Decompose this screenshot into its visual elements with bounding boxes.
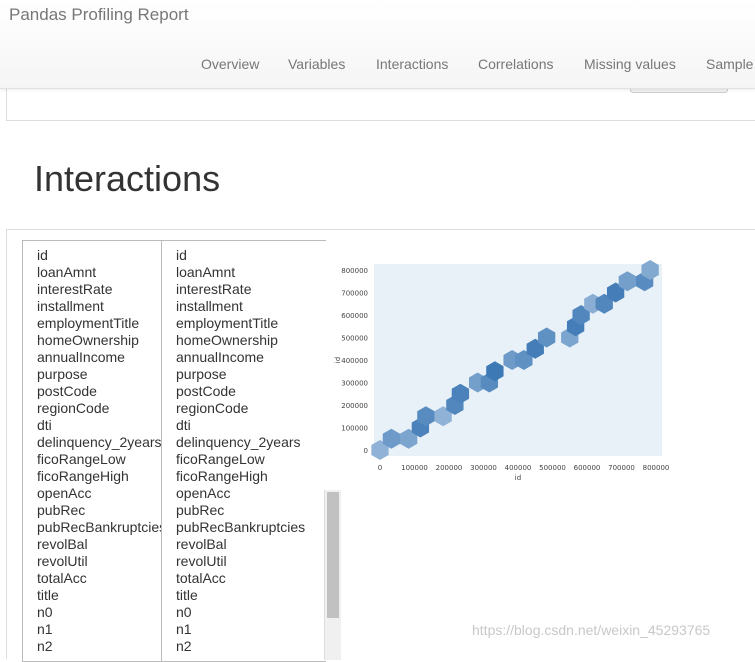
variable-x-option[interactable]: pubRecBankruptcies (37, 519, 163, 536)
scrollbar-thumb[interactable] (327, 492, 339, 618)
brand-title[interactable]: Pandas Profiling Report (9, 5, 189, 25)
x-tick-label: 300000 (470, 464, 497, 472)
variable-x-option[interactable]: delinquency_2years (37, 434, 163, 451)
y-tick-label: 600000 (341, 312, 368, 320)
variable-y-option[interactable]: regionCode (176, 400, 326, 417)
variable-y-option[interactable]: loanAmnt (176, 264, 326, 281)
section-border (6, 229, 7, 659)
variable-x-option[interactable]: homeOwnership (37, 332, 163, 349)
variable-x-option[interactable]: n2 (37, 638, 163, 655)
y-tick-label: 800000 (341, 267, 368, 275)
variable-y-option[interactable]: n0 (176, 604, 326, 621)
variable-y-option[interactable]: revolBal (176, 536, 326, 553)
x-tick-label: 700000 (608, 464, 635, 472)
variable-x-option[interactable]: id (37, 247, 163, 264)
variable-y-option[interactable]: dti (176, 417, 326, 434)
top-navbar: Pandas Profiling Report Overview Variabl… (0, 0, 755, 89)
y-tick-label: 700000 (341, 290, 368, 298)
variable-y-option[interactable]: totalAcc (176, 570, 326, 587)
nav-links: Overview Variables Interactions Correlat… (0, 56, 755, 76)
y-tick-label: 300000 (341, 380, 368, 388)
variable-y-option[interactable]: title (176, 587, 326, 604)
x-tick-label: 500000 (539, 464, 566, 472)
variable-x-option[interactable]: interestRate (37, 281, 163, 298)
variable-y-option[interactable]: n2 (176, 638, 326, 655)
x-tick-label: 0 (378, 464, 382, 472)
variable-y-option[interactable]: purpose (176, 366, 326, 383)
section-title: Interactions (34, 158, 221, 199)
variable-y-option[interactable]: delinquency_2years (176, 434, 326, 451)
nav-correlations[interactable]: Correlations (478, 56, 553, 72)
variable-x-option[interactable]: title (37, 587, 163, 604)
variable-y-option[interactable]: ficoRangeHigh (176, 468, 326, 485)
variable-y-option[interactable]: homeOwnership (176, 332, 326, 349)
nav-missing-values[interactable]: Missing values (584, 56, 676, 72)
scrollbar[interactable] (324, 490, 341, 660)
nav-variables[interactable]: Variables (288, 56, 345, 72)
variable-y-option[interactable]: postCode (176, 383, 326, 400)
x-tick-label: 400000 (505, 464, 532, 472)
nav-sample[interactable]: Sample (706, 56, 753, 72)
variable-y-option[interactable]: pubRecBankruptcies (176, 519, 326, 536)
variable-list-x: id loanAmnt interestRate installment employm… (23, 241, 163, 655)
variable-y-option[interactable]: revolUtil (176, 553, 326, 570)
variable-x-option[interactable]: n0 (37, 604, 163, 621)
variable-x-option[interactable]: n1 (37, 621, 163, 638)
variable-x-option[interactable]: postCode (37, 383, 163, 400)
variable-x-option[interactable]: openAcc (37, 485, 163, 502)
variable-x-option[interactable]: regionCode (37, 400, 163, 417)
hexbin-chart: 0 100000 200000 300000 400000 500000 600000 700… (334, 260, 670, 482)
x-axis-label: id (515, 474, 521, 482)
variable-x-option[interactable]: revolUtil (37, 553, 163, 570)
variable-x-option[interactable]: dti (37, 417, 163, 434)
x-tick-label: 800000 (643, 464, 670, 472)
variable-y-option[interactable]: n1 (176, 621, 326, 638)
watermark: https://blog.csdn.net/weixin_45293765 (472, 622, 711, 638)
variable-x-option[interactable]: pubRec (37, 502, 163, 519)
variable-x-option[interactable]: loanAmnt (37, 264, 163, 281)
variable-x-option[interactable]: ficoRangeLow (37, 451, 163, 468)
y-tick-label: 100000 (341, 425, 368, 433)
variable-y-option[interactable]: ficoRangeLow (176, 451, 326, 468)
nav-interactions[interactable]: Interactions (376, 56, 448, 72)
x-tick-label: 200000 (436, 464, 463, 472)
section-divider (6, 229, 755, 230)
y-tick-label: 200000 (341, 402, 368, 410)
x-tick-label: 100000 (401, 464, 428, 472)
variable-selector-x[interactable]: id loanAmnt interestRate installment employm… (22, 240, 164, 662)
variable-selector-y[interactable]: id loanAmnt interestRate installment employm… (161, 240, 326, 662)
variable-x-option[interactable]: ficoRangeHigh (37, 468, 163, 485)
x-tick-label: 600000 (574, 464, 601, 472)
variable-y-option[interactable]: employmentTitle (176, 315, 326, 332)
y-tick-label: 0 (364, 447, 368, 455)
variable-y-option[interactable]: interestRate (176, 281, 326, 298)
variable-x-option[interactable]: annualIncome (37, 349, 163, 366)
variable-x-option[interactable]: employmentTitle (37, 315, 163, 332)
variable-y-option[interactable]: annualIncome (176, 349, 326, 366)
variable-list-y: id loanAmnt interestRate installment employm… (162, 241, 326, 655)
variable-x-option[interactable]: totalAcc (37, 570, 163, 587)
variable-y-option[interactable]: pubRec (176, 502, 326, 519)
variable-x-option[interactable]: installment (37, 298, 163, 315)
previous-section-panel (6, 84, 755, 121)
y-tick-label: 500000 (341, 335, 368, 343)
variable-x-option[interactable]: revolBal (37, 536, 163, 553)
variable-x-option[interactable]: purpose (37, 366, 163, 383)
y-tick-label: 400000 (341, 357, 368, 365)
nav-overview[interactable]: Overview (201, 56, 259, 72)
variable-y-option[interactable]: id (176, 247, 326, 264)
variable-y-option[interactable]: openAcc (176, 485, 326, 502)
y-axis-label: id (334, 357, 342, 363)
variable-y-option[interactable]: installment (176, 298, 326, 315)
